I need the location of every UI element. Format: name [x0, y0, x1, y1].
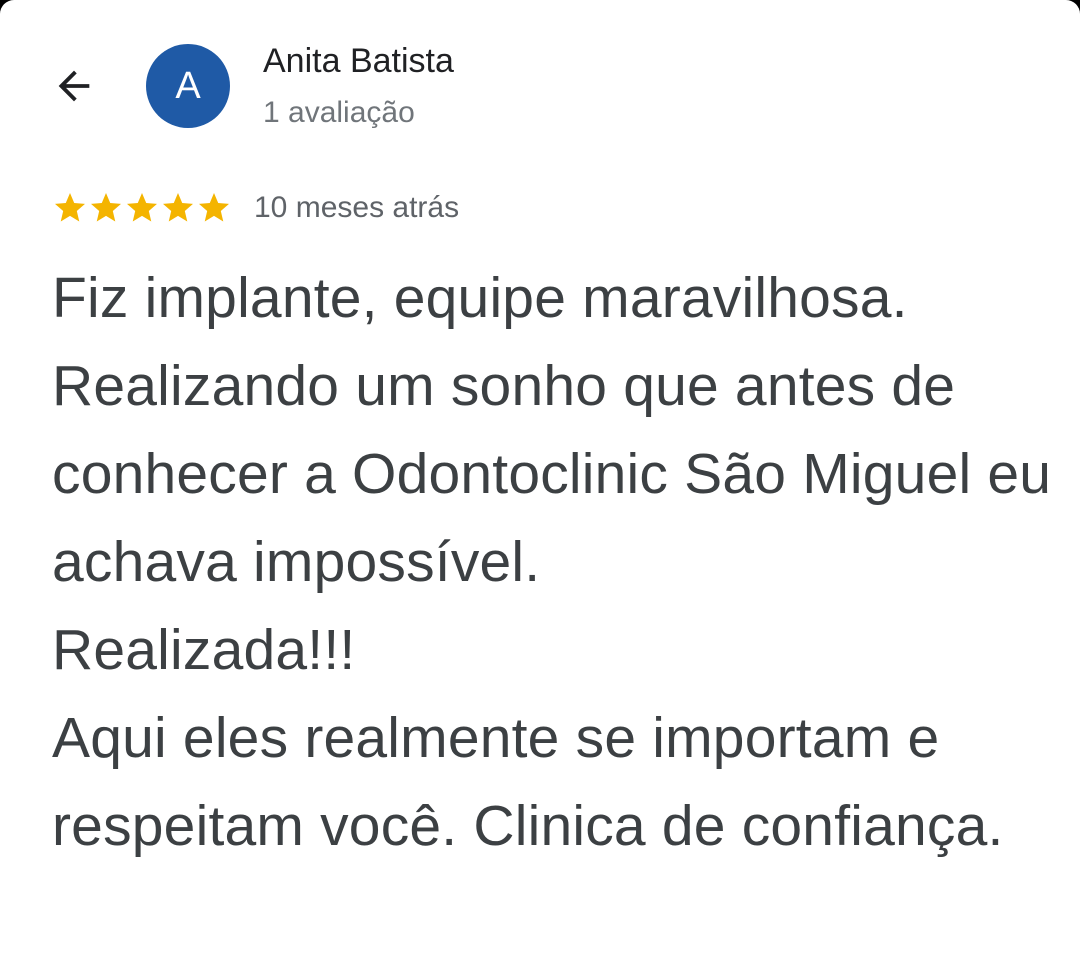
review-time: 10 meses atrás	[254, 191, 460, 224]
star-rating	[52, 190, 232, 226]
review-text: Fiz implante, equipe maravilhosa. Realiz…	[52, 266, 1052, 858]
rating-row: 10 meses atrás	[52, 186, 459, 230]
star-icon	[127, 193, 157, 222]
avatar-letter: A	[175, 65, 201, 107]
avatar[interactable]: A	[146, 44, 230, 128]
back-button[interactable]	[44, 56, 104, 116]
star-icon	[163, 193, 193, 222]
star-icon	[199, 193, 229, 222]
review-count: 1 avaliação	[263, 96, 415, 129]
reviewer-name[interactable]: Anita Batista	[263, 42, 454, 81]
arrow-back-icon	[58, 70, 90, 102]
star-icon	[91, 193, 121, 222]
star-icon	[55, 193, 85, 222]
review-card: A Anita Batista 1 avaliação 10 meses atr…	[0, 0, 1080, 975]
